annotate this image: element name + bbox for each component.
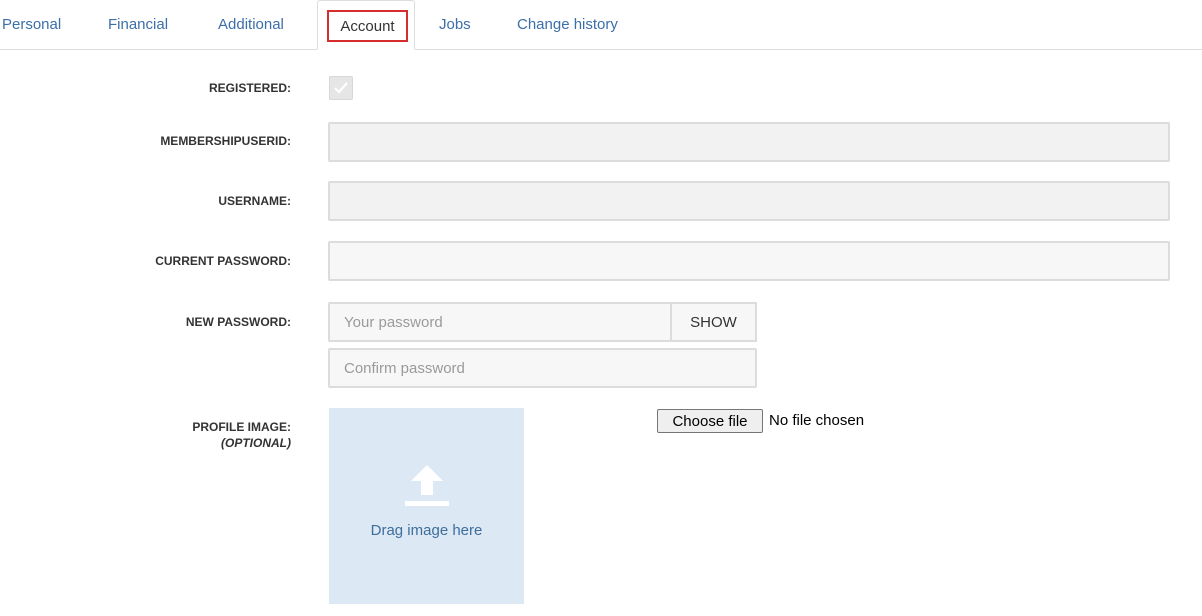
dropzone-text: Drag image here xyxy=(370,522,483,539)
current-password-label: CURRENT PASSWORD: xyxy=(155,254,291,268)
profile-image-label: PROFILE IMAGE: (OPTIONAL) xyxy=(192,419,291,451)
new-password-label: NEW PASSWORD: xyxy=(185,315,291,329)
tab-account[interactable]: Account xyxy=(327,10,408,42)
profile-image-optional-text: (OPTIONAL) xyxy=(221,436,291,450)
choose-file-button[interactable]: Choose file xyxy=(657,409,763,433)
registered-label: REGISTERED: xyxy=(208,81,291,95)
file-status-text: No file chosen xyxy=(769,412,865,429)
tab-personal[interactable]: Personal xyxy=(2,16,61,33)
tab-bar-divider xyxy=(0,49,1202,50)
tab-additional[interactable]: Additional xyxy=(218,16,284,33)
membership-userid-label: MEMBERSHIPUSERID: xyxy=(160,134,291,148)
tab-change-history[interactable]: Change history xyxy=(517,16,618,33)
registered-checkbox[interactable] xyxy=(329,76,353,100)
username-label: USERNAME: xyxy=(218,194,291,208)
confirm-password-field[interactable] xyxy=(328,348,757,388)
check-icon xyxy=(334,82,348,94)
current-password-field[interactable] xyxy=(328,241,1170,281)
tab-bar: Personal Financial Additional Account Jo… xyxy=(0,0,1202,50)
new-password-field[interactable] xyxy=(328,302,672,342)
username-field[interactable] xyxy=(328,181,1170,221)
profile-image-label-text: PROFILE IMAGE: xyxy=(192,420,291,434)
upload-arrow-icon xyxy=(405,465,449,506)
tab-financial[interactable]: Financial xyxy=(108,16,168,33)
image-dropzone[interactable]: Drag image here xyxy=(329,408,524,604)
show-password-button[interactable]: SHOW xyxy=(671,302,757,342)
tab-jobs[interactable]: Jobs xyxy=(439,16,471,33)
account-settings-page: Personal Financial Additional Account Jo… xyxy=(0,0,1202,616)
membership-userid-field[interactable] xyxy=(328,122,1170,162)
